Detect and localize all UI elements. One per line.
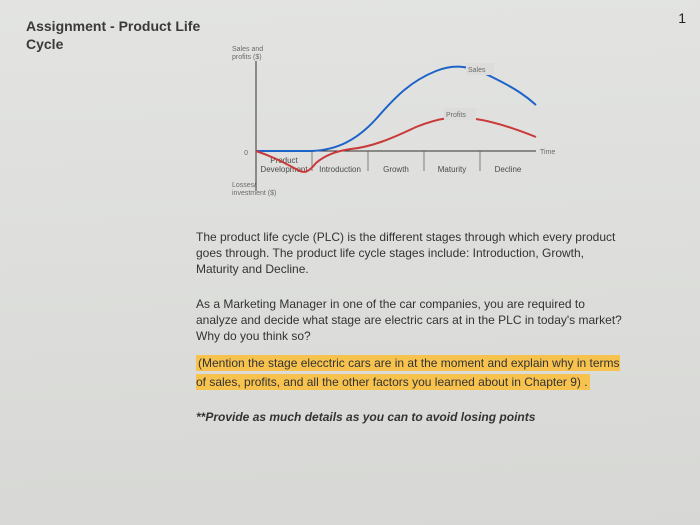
y-label-bottom-2: investment ($) <box>232 190 276 197</box>
y-label-bottom-1: Losses/ <box>232 182 256 189</box>
title-line-1: Assignment - Product Life <box>26 18 200 34</box>
sales-legend: Sales <box>468 67 486 74</box>
phase-label-dev-2: Development <box>260 165 308 174</box>
phase-label-intro: Introduction <box>319 165 361 174</box>
para-question: As a Marketing Manager in one of the car… <box>196 296 624 345</box>
phase-label-maturity: Maturity <box>438 165 466 174</box>
sales-curve <box>256 67 536 151</box>
profits-curve <box>256 118 536 172</box>
assignment-title: Assignment - Product Life Cycle <box>26 18 206 53</box>
phase-label-growth: Growth <box>383 165 409 174</box>
x-axis-label: Time <box>540 149 555 156</box>
phase-label-decline: Decline <box>495 165 522 174</box>
y-label-top-2: profits ($) <box>232 54 262 61</box>
highlight-instruction: (Mention the stage elecctric cars are in… <box>196 355 620 390</box>
page-number: 1 <box>678 10 686 26</box>
assignment-page: 1 Assignment - Product Life Cycle Sales … <box>0 0 700 525</box>
para-definition: The product life cycle (PLC) is the diff… <box>196 229 624 278</box>
title-line-2: Cycle <box>26 36 63 52</box>
para-instruction: (Mention the stage elecctric cars are in… <box>196 354 624 392</box>
plc-chart: Sales and profits ($) 0 Time Product Dev… <box>196 41 556 211</box>
plc-chart-svg: Sales and profits ($) 0 Time Product Dev… <box>196 41 556 211</box>
content-area: The product life cycle (PLC) is the diff… <box>196 229 624 425</box>
para-note: **Provide as much details as you can to … <box>196 409 624 425</box>
y-label-top-1: Sales and <box>232 46 263 53</box>
zero-label: 0 <box>244 150 248 157</box>
profits-legend: Profits <box>446 112 466 119</box>
